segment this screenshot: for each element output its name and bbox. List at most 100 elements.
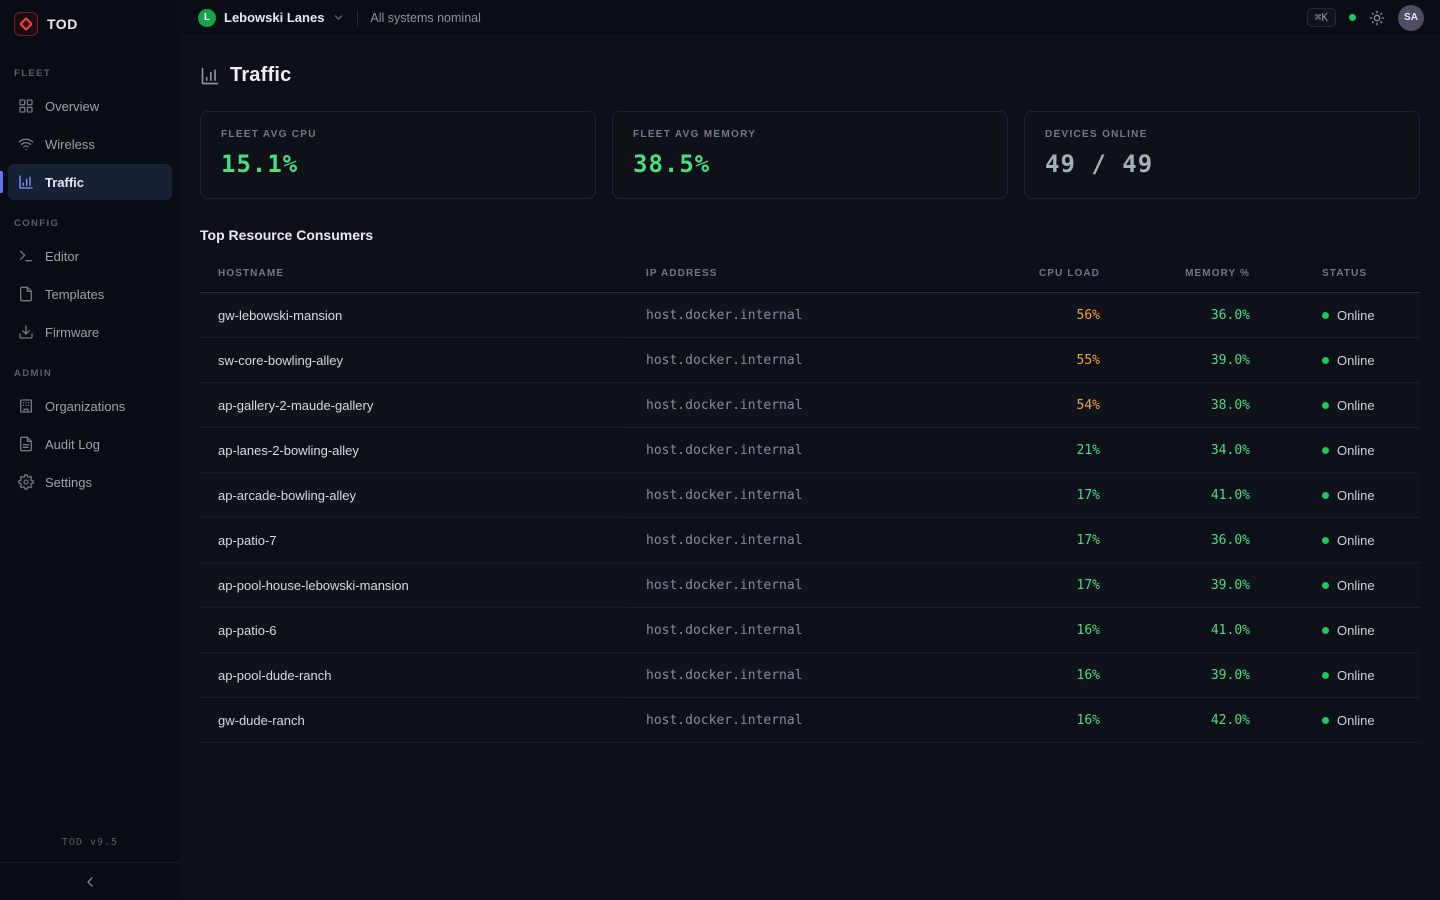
column-header-cpu-load: CPU LOAD [988,255,1118,293]
table-row-ap-pool-house-lebowski-mansion[interactable]: ap-pool-house-lebowski-mansionhost.docke… [200,563,1420,608]
cpu-load-cell: 16% [988,698,1118,743]
sidebar-item-settings[interactable]: Settings [8,464,172,500]
ip-address-cell: host.docker.internal [628,563,988,608]
topbar: L Lebowski Lanes All systems nominal ⌘K … [180,0,1440,36]
table-row-sw-core-bowling-alley[interactable]: sw-core-bowling-alleyhost.docker.interna… [200,338,1420,383]
ip-address-cell: host.docker.internal [628,518,988,563]
sidebar-item-traffic[interactable]: Traffic [8,164,172,200]
table-row-ap-lanes-2-bowling-alley[interactable]: ap-lanes-2-bowling-alleyhost.docker.inte… [200,428,1420,473]
column-header-memory-: MEMORY % [1118,255,1268,293]
sidebar-section-label-admin: ADMIN [0,352,180,386]
user-avatar[interactable]: SA [1398,5,1424,31]
table-row-ap-gallery-2-maude-gallery[interactable]: ap-gallery-2-maude-galleryhost.docker.in… [200,383,1420,428]
table-row-gw-lebowski-mansion[interactable]: gw-lebowski-mansionhost.docker.internal5… [200,293,1420,338]
sidebar-item-templates[interactable]: Templates [8,276,172,312]
sidebar-item-wireless[interactable]: Wireless [8,126,172,162]
chevron-down-icon [332,11,345,24]
ip-address-cell: host.docker.internal [628,338,988,383]
status-label: Online [1337,308,1375,323]
cpu-load-cell: 54% [988,383,1118,428]
table-body: gw-lebowski-mansionhost.docker.internal5… [200,293,1420,743]
status-cell: Online [1268,383,1420,428]
online-status-dot [1322,537,1329,544]
file-icon [18,286,34,302]
online-status-dot [1322,357,1329,364]
sidebar: TOD FLEETOverviewWirelessTrafficCONFIGEd… [0,0,180,900]
chart-icon [18,174,34,190]
status-cell: Online [1268,338,1420,383]
sidebar-item-organizations[interactable]: Organizations [8,388,172,424]
sidebar-item-label: Wireless [45,137,95,152]
sidebar-collapse-button[interactable] [0,862,180,900]
memory-cell: 41.0% [1118,608,1268,653]
hostname-cell: ap-patio-6 [200,608,628,653]
building-icon [18,398,34,414]
sidebar-item-editor[interactable]: Editor [8,238,172,274]
org-name: Lebowski Lanes [224,10,324,25]
table-row-ap-patio-7[interactable]: ap-patio-7host.docker.internal17%36.0%On… [200,518,1420,563]
table-row-ap-arcade-bowling-alley[interactable]: ap-arcade-bowling-alleyhost.docker.inter… [200,473,1420,518]
org-switcher[interactable]: L Lebowski Lanes [198,9,345,27]
ip-address-cell: host.docker.internal [628,383,988,428]
status-label: Online [1337,713,1375,728]
sidebar-item-label: Settings [45,475,92,490]
memory-cell: 36.0% [1118,293,1268,338]
cpu-load-cell: 16% [988,608,1118,653]
cpu-load-cell: 17% [988,473,1118,518]
stat-value: 49 / 49 [1045,150,1399,178]
bar-chart-icon [200,66,220,86]
sidebar-item-label: Firmware [45,325,99,340]
hostname-cell: ap-arcade-bowling-alley [200,473,628,518]
status-cell: Online [1268,428,1420,473]
ip-address-cell: host.docker.internal [628,293,988,338]
theme-toggle-button[interactable] [1369,10,1385,26]
sidebar-item-label: Templates [45,287,104,302]
column-header-ip-address: IP ADDRESS [628,255,988,293]
app-root: TOD FLEETOverviewWirelessTrafficCONFIGEd… [0,0,1440,900]
online-status-dot [1322,447,1329,454]
status-label: Online [1337,668,1375,683]
chevron-left-icon [82,874,98,890]
status-cell: Online [1268,293,1420,338]
memory-cell: 38.0% [1118,383,1268,428]
page-title-row: Traffic [200,64,1420,87]
online-status-dot [1322,402,1329,409]
status-label: Online [1337,623,1375,638]
sidebar-item-label: Overview [45,99,99,114]
main-area: L Lebowski Lanes All systems nominal ⌘K … [180,0,1440,900]
stat-label: FLEET AVG MEMORY [633,129,987,140]
status-label: Online [1337,353,1375,368]
status-cell: Online [1268,563,1420,608]
stat-value: 38.5% [633,150,987,178]
status-cell: Online [1268,608,1420,653]
table-row-gw-dude-ranch[interactable]: gw-dude-ranchhost.docker.internal16%42.0… [200,698,1420,743]
app-logo-icon [14,12,38,36]
sidebar-item-label: Organizations [45,399,125,414]
table-header: HOSTNAMEIP ADDRESSCPU LOADMEMORY %STATUS [200,255,1420,293]
sidebar-nav: FLEETOverviewWirelessTrafficCONFIGEditor… [0,48,180,827]
stat-value: 15.1% [221,150,575,178]
status-label: Online [1337,533,1375,548]
sidebar-item-overview[interactable]: Overview [8,88,172,124]
app-name: TOD [47,16,78,32]
cpu-load-cell: 17% [988,563,1118,608]
cpu-load-cell: 16% [988,653,1118,698]
sidebar-item-firmware[interactable]: Firmware [8,314,172,350]
stats-row: FLEET AVG CPU15.1%FLEET AVG MEMORY38.5%D… [200,111,1420,199]
sidebar-item-audit-log[interactable]: Audit Log [8,426,172,462]
sidebar-item-label: Audit Log [45,437,100,452]
table-row-ap-pool-dude-ranch[interactable]: ap-pool-dude-ranchhost.docker.internal16… [200,653,1420,698]
ip-address-cell: host.docker.internal [628,698,988,743]
command-palette-shortcut[interactable]: ⌘K [1307,8,1336,27]
app-version: TOD v9.5 [0,827,180,862]
wifi-icon [18,136,34,152]
file-text-icon [18,436,34,452]
sidebar-item-label: Editor [45,249,79,264]
table-row-ap-patio-6[interactable]: ap-patio-6host.docker.internal16%41.0%On… [200,608,1420,653]
cpu-load-cell: 56% [988,293,1118,338]
cpu-load-cell: 55% [988,338,1118,383]
memory-cell: 36.0% [1118,518,1268,563]
table-title: Top Resource Consumers [200,227,1420,243]
online-status-dot [1322,672,1329,679]
memory-cell: 39.0% [1118,653,1268,698]
